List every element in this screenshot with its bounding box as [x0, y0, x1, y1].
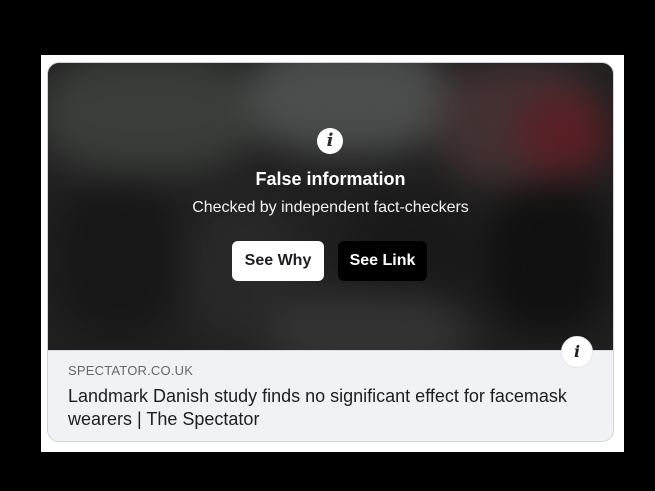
link-domain: SPECTATOR.CO.UK	[68, 363, 194, 378]
link-preview-footer[interactable]: i SPECTATOR.CO.UK Landmark Danish study …	[48, 336, 613, 441]
link-headline[interactable]: Landmark Danish study finds no significa…	[68, 385, 568, 431]
warning-subtitle: Checked by independent fact-checkers	[192, 199, 469, 216]
info-icon[interactable]: i	[561, 336, 593, 368]
see-why-button[interactable]: See Why	[232, 241, 324, 281]
false-information-overlay: i False information Checked by independe…	[48, 63, 613, 350]
link-preview-card[interactable]: i False information Checked by independe…	[47, 62, 614, 442]
info-icon: i	[317, 128, 343, 154]
see-link-button[interactable]: See Link	[338, 241, 427, 281]
warning-title: False information	[255, 169, 406, 189]
